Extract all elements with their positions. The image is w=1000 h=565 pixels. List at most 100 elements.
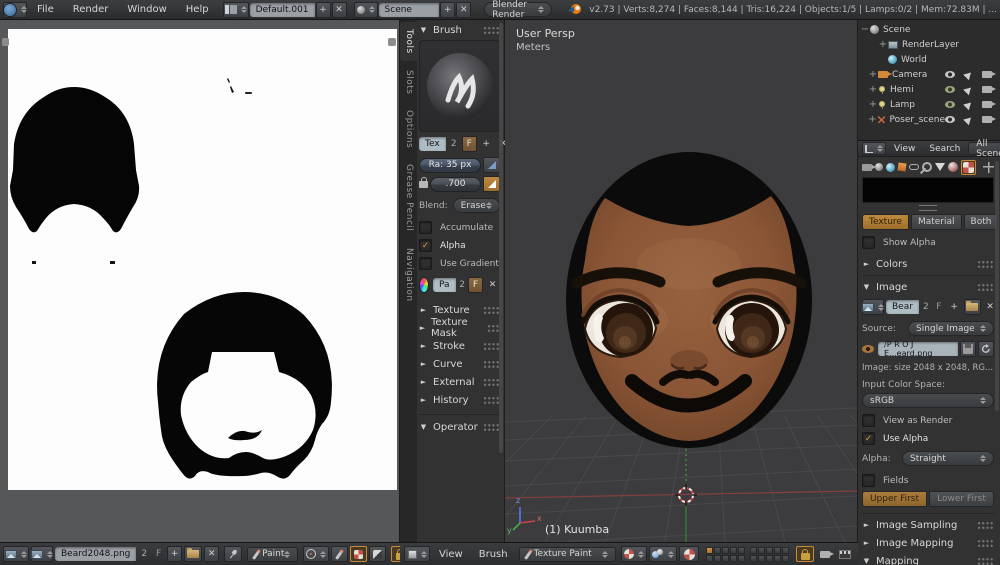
texture-panel-header[interactable]: ►Texture bbox=[419, 302, 500, 318]
tab-slots[interactable]: Slots bbox=[400, 63, 417, 101]
scene-browse-icon[interactable] bbox=[354, 2, 378, 18]
reload-image-button[interactable] bbox=[978, 341, 994, 357]
modifiers-tab-icon[interactable] bbox=[920, 160, 934, 174]
render-animation-button[interactable] bbox=[836, 546, 854, 562]
image-users-button[interactable]: 2 bbox=[138, 549, 150, 559]
render-opengl-button[interactable] bbox=[816, 546, 834, 562]
show-both-button[interactable]: Both bbox=[964, 214, 999, 230]
tool-shelf-scrollbar[interactable] bbox=[499, 23, 503, 453]
show-alpha-checkbox[interactable] bbox=[862, 236, 875, 249]
image-fake-user-button[interactable]: F bbox=[152, 546, 165, 562]
draw-texture-toggle[interactable] bbox=[350, 546, 367, 562]
layer-grid-1[interactable] bbox=[706, 547, 745, 562]
alpha-mode-select[interactable]: Straight bbox=[902, 451, 994, 466]
outliner-row-renderlayer[interactable]: + RenderLayer bbox=[860, 37, 1000, 52]
interaction-mode-select[interactable]: Texture Paint bbox=[519, 547, 617, 562]
image-name-field[interactable]: Beard2048.png bbox=[55, 547, 136, 561]
visibility-toggle[interactable] bbox=[945, 71, 955, 78]
scene-name-field[interactable]: Scene bbox=[379, 3, 440, 17]
outliner-display-select[interactable]: All Scenes bbox=[968, 142, 1000, 155]
brush-strength-slider[interactable]: .700 bbox=[430, 177, 481, 192]
renderability-toggle[interactable] bbox=[982, 71, 992, 78]
panel-drag-handle[interactable] bbox=[483, 306, 500, 315]
mode-select[interactable]: Paint bbox=[247, 547, 298, 562]
viewport-shading-select[interactable] bbox=[404, 546, 430, 562]
image-sampling-panel-header[interactable]: ►Image Sampling bbox=[862, 517, 994, 533]
render-tab-icon[interactable] bbox=[862, 164, 872, 171]
texture-preview[interactable] bbox=[862, 177, 994, 203]
strength-pressure-toggle[interactable] bbox=[483, 176, 500, 192]
texture-mask-panel-header[interactable]: ►Texture Mask bbox=[419, 320, 500, 336]
panel-drag-handle[interactable] bbox=[483, 378, 500, 387]
brush-preview[interactable] bbox=[419, 40, 500, 132]
screen-layout-name-field[interactable]: Default.001 bbox=[250, 3, 315, 17]
brush-panel-header[interactable]: ▼ Brush bbox=[419, 22, 500, 38]
renderability-toggle[interactable] bbox=[982, 101, 992, 108]
constraints-tab-icon[interactable] bbox=[909, 164, 919, 170]
brush-add-button[interactable]: + bbox=[479, 136, 494, 152]
object-tab-icon[interactable] bbox=[897, 162, 906, 171]
radius-pressure-toggle[interactable] bbox=[483, 157, 500, 173]
uv-image-editor[interactable] bbox=[0, 20, 400, 542]
area-corner-handle[interactable] bbox=[2, 38, 9, 46]
menu-render[interactable]: Render bbox=[64, 4, 118, 15]
brush-name-field[interactable]: Tex bbox=[419, 137, 446, 151]
panel-drag-handle[interactable] bbox=[977, 283, 994, 292]
use-gradient-checkbox[interactable] bbox=[419, 257, 432, 270]
image-open-button[interactable] bbox=[964, 299, 981, 315]
selectability-toggle[interactable] bbox=[963, 84, 974, 95]
screen-layout-icon[interactable] bbox=[223, 2, 249, 18]
outliner-row-scene[interactable]: − Scene bbox=[860, 22, 1000, 37]
outliner-row-world[interactable]: World bbox=[860, 52, 1000, 67]
editor-type-button[interactable] bbox=[3, 546, 29, 562]
panel-drag-handle[interactable] bbox=[483, 396, 500, 405]
panel-drag-handle[interactable] bbox=[977, 260, 994, 269]
collapse-toggle[interactable]: − bbox=[860, 24, 870, 35]
world-tab-icon[interactable] bbox=[886, 163, 895, 172]
blend-select[interactable]: Erase bbox=[453, 198, 500, 213]
area-corner-handle[interactable] bbox=[388, 38, 396, 46]
pan-tabs-icon[interactable] bbox=[983, 162, 994, 173]
image-browse-button[interactable] bbox=[31, 546, 53, 562]
scene-delete-button[interactable]: ✕ bbox=[456, 2, 471, 18]
filepath-field[interactable]: /P R O J E...eard.png bbox=[878, 342, 958, 356]
preview-resize-handle[interactable] bbox=[919, 205, 937, 211]
draw-slope-toggle[interactable] bbox=[369, 546, 386, 562]
mapping-panel-header[interactable]: ▼Mapping bbox=[862, 553, 994, 565]
expand-toggle[interactable]: + bbox=[868, 84, 878, 95]
layout-delete-button[interactable]: ✕ bbox=[332, 2, 347, 18]
operator-panel-header[interactable]: ▼Operator bbox=[419, 419, 500, 435]
strength-lock-icon[interactable] bbox=[419, 181, 428, 188]
outliner-row-poser-scene[interactable]: + Poser_scene bbox=[860, 112, 1000, 127]
layer-grid-2[interactable] bbox=[750, 547, 789, 562]
selectability-toggle[interactable] bbox=[963, 99, 974, 110]
tab-tools[interactable]: Tools bbox=[400, 22, 417, 61]
renderability-toggle[interactable] bbox=[982, 86, 992, 93]
colorspace-select[interactable]: sRGB bbox=[862, 393, 994, 408]
external-panel-header[interactable]: ►External bbox=[419, 374, 500, 390]
palette-name-field[interactable]: Pa bbox=[433, 278, 456, 292]
file-browse-button[interactable] bbox=[960, 341, 976, 357]
properties-scrollbar[interactable] bbox=[995, 161, 999, 411]
image-new-button[interactable]: + bbox=[167, 546, 182, 562]
snap-select[interactable] bbox=[679, 546, 699, 562]
scene-tab-icon[interactable] bbox=[875, 163, 883, 171]
visibility-toggle[interactable] bbox=[945, 101, 955, 108]
panel-drag-handle[interactable] bbox=[977, 521, 994, 530]
history-panel-header[interactable]: ►History bbox=[419, 392, 500, 408]
pin-button[interactable] bbox=[224, 546, 242, 562]
outliner-row-lamp[interactable]: + Lamp bbox=[860, 97, 1000, 112]
menu-window[interactable]: Window bbox=[118, 4, 175, 15]
view-as-render-checkbox[interactable] bbox=[862, 414, 875, 427]
outliner-menu-view[interactable]: View bbox=[888, 144, 921, 154]
image-unlink-button[interactable]: ✕ bbox=[204, 546, 219, 562]
image-users-button[interactable]: 2 bbox=[923, 302, 929, 312]
menu-file[interactable]: File bbox=[28, 4, 63, 15]
image-browse-button[interactable] bbox=[862, 299, 884, 315]
fields-checkbox[interactable] bbox=[862, 474, 875, 487]
palette-fake-user-button[interactable]: F bbox=[468, 277, 483, 293]
outliner-row-camera[interactable]: + Camera bbox=[860, 67, 1000, 82]
brush-users-button[interactable]: 2 bbox=[448, 136, 460, 152]
selectability-toggle[interactable] bbox=[963, 114, 974, 125]
image-fake-user-button[interactable]: F bbox=[933, 299, 945, 315]
